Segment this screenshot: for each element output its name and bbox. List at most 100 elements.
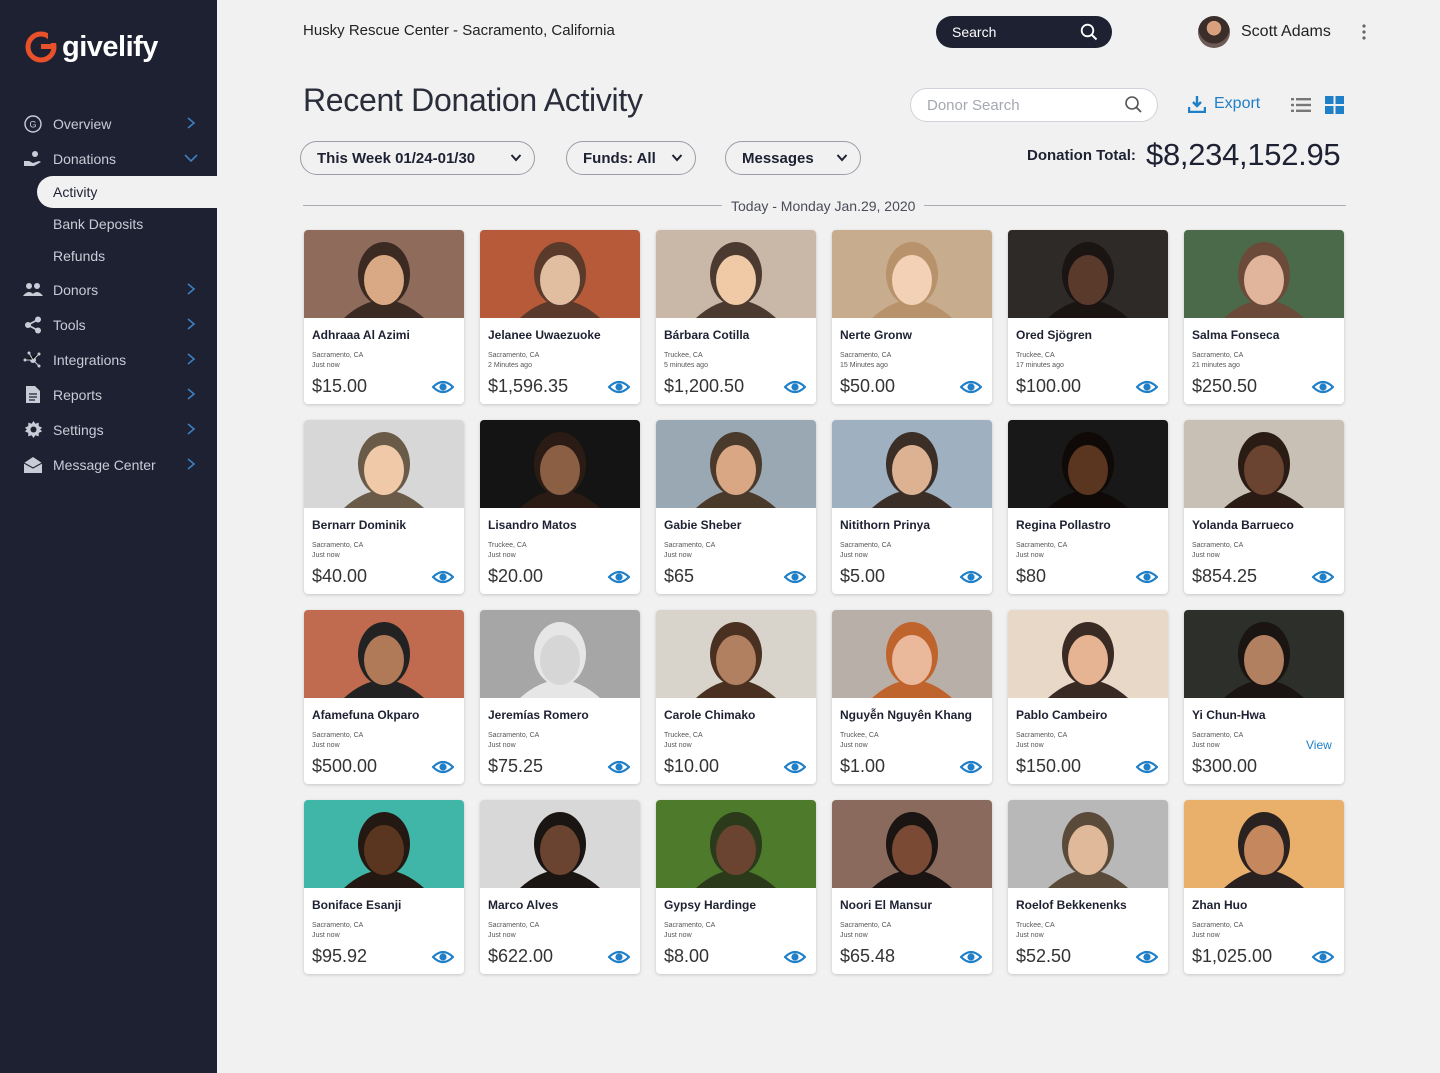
- eye-icon[interactable]: [608, 570, 630, 584]
- donation-card[interactable]: Pablo Cambeiro Sacramento, CA Just now $150…: [1008, 610, 1168, 784]
- chevron-right-icon: [187, 423, 196, 435]
- donation-card[interactable]: Salma Fonseca Sacramento, CA 21 minutes ag…: [1184, 230, 1344, 404]
- eye-icon[interactable]: [1136, 570, 1158, 584]
- donation-card[interactable]: Carole Chimako Truckee, CA Just now $10.00: [656, 610, 816, 784]
- eye-icon[interactable]: [608, 760, 630, 774]
- eye-icon[interactable]: [960, 760, 982, 774]
- donor-photo: [832, 420, 992, 508]
- donation-card[interactable]: Lisandro Matos Truckee, CA Just now $20.00: [480, 420, 640, 594]
- donation-card[interactable]: Nitithorn Prinya Sacramento, CA Just now $5…: [832, 420, 992, 594]
- export-button[interactable]: Export: [1188, 95, 1260, 113]
- view-link[interactable]: View: [1306, 738, 1332, 752]
- donation-amount: $80: [1016, 566, 1047, 586]
- eye-icon[interactable]: [1312, 570, 1334, 584]
- donor-location: Truckee, CA: [488, 542, 527, 549]
- global-search-button[interactable]: Search: [936, 16, 1112, 48]
- donation-card[interactable]: Bárbara Cotilla Truckee, CA 5 minutes ago $…: [656, 230, 816, 404]
- donor-search-input[interactable]: [910, 88, 1158, 122]
- more-options-icon[interactable]: [1356, 22, 1372, 42]
- sidebar-subitem-activity[interactable]: Activity: [37, 176, 217, 208]
- eye-icon[interactable]: [1136, 760, 1158, 774]
- eye-icon[interactable]: [1136, 380, 1158, 394]
- donation-amount: $15.00: [312, 376, 368, 396]
- eye-icon[interactable]: [960, 950, 982, 964]
- eye-icon[interactable]: [784, 570, 806, 584]
- donation-card[interactable]: Zhan Huo Sacramento, CA Just now $1,025.00: [1184, 800, 1344, 974]
- eye-icon[interactable]: [784, 950, 806, 964]
- donation-card[interactable]: Marco Alves Sacramento, CA Just now $622.00: [480, 800, 640, 974]
- donation-card[interactable]: Nguyễn Nguyên Khang Truckee, CA Just now $1…: [832, 610, 992, 784]
- eye-icon[interactable]: [1312, 950, 1334, 964]
- donation-amount: $1,025.00: [1192, 946, 1273, 966]
- donation-card[interactable]: Gabie Sheber Sacramento, CA Just now $65: [656, 420, 816, 594]
- donation-amount: $300.00: [1192, 756, 1258, 776]
- donation-card[interactable]: Yi Chun-Hwa Sacramento, CA Just now $300.00…: [1184, 610, 1344, 784]
- chevron-right-icon: [187, 283, 196, 295]
- sidebar-item-donors[interactable]: Donors: [0, 272, 217, 307]
- list-view-icon[interactable]: [1291, 97, 1311, 113]
- sidebar-subitem-bank-deposits[interactable]: Bank Deposits: [0, 208, 217, 240]
- sidebar-item-overview[interactable]: G Overview: [0, 106, 217, 141]
- eye-icon[interactable]: [960, 380, 982, 394]
- sidebar-item-message-center[interactable]: Message Center: [0, 447, 217, 482]
- eye-icon[interactable]: [608, 950, 630, 964]
- chevron-down-icon: [184, 154, 198, 163]
- donor-photo: [480, 800, 640, 888]
- sidebar-item-reports[interactable]: Reports: [0, 377, 217, 412]
- eye-icon[interactable]: [432, 380, 454, 394]
- donor-photo: [304, 420, 464, 508]
- eye-icon[interactable]: [784, 380, 806, 394]
- sidebar-item-settings[interactable]: Settings: [0, 412, 217, 447]
- user-name[interactable]: Scott Adams: [1241, 23, 1331, 41]
- chevron-down-icon: [671, 154, 683, 162]
- donor-name: Salma Fonseca: [1192, 328, 1280, 342]
- sidebar-item-integrations[interactable]: Integrations: [0, 342, 217, 377]
- donation-card[interactable]: Yolanda Barrueco Sacramento, CA Just now $8…: [1184, 420, 1344, 594]
- donor-photo: [656, 420, 816, 508]
- eye-icon[interactable]: [608, 380, 630, 394]
- givelify-logo[interactable]: givelify: [24, 30, 158, 64]
- chevron-right-icon: [187, 388, 196, 400]
- eye-icon[interactable]: [1312, 380, 1334, 394]
- donation-card[interactable]: Ored Sjögren Truckee, CA 17 minutes ago $10…: [1008, 230, 1168, 404]
- donation-card[interactable]: Gypsy Hardinge Sacramento, CA Just now $8.0…: [656, 800, 816, 974]
- donation-card[interactable]: Jeremías Romero Sacramento, CA Just now $75…: [480, 610, 640, 784]
- eye-icon[interactable]: [432, 950, 454, 964]
- eye-icon[interactable]: [432, 760, 454, 774]
- donor-name: Yi Chun-Hwa: [1192, 708, 1266, 722]
- sidebar-item-donations[interactable]: Donations: [0, 141, 217, 176]
- funds-filter-dropdown[interactable]: Funds: All: [566, 141, 696, 175]
- donor-name: Pablo Cambeiro: [1016, 708, 1108, 722]
- eye-icon[interactable]: [1136, 950, 1158, 964]
- donation-card[interactable]: Jelanee Uwaezuoke Sacramento, CA 2 Minutes…: [480, 230, 640, 404]
- week-filter-dropdown[interactable]: This Week 01/24-01/30: [300, 141, 535, 175]
- donation-card[interactable]: Noori El Mansur Sacramento, CA Just now $65…: [832, 800, 992, 974]
- sidebar-subitem-refunds[interactable]: Refunds: [0, 240, 217, 272]
- donor-photo: [480, 610, 640, 698]
- grid-view-icon[interactable]: [1325, 96, 1344, 114]
- donation-time: Just now: [840, 552, 868, 559]
- donor-photo: [1008, 230, 1168, 318]
- week-filter-value: This Week 01/24-01/30: [317, 149, 476, 167]
- donation-card[interactable]: Nerte Gronw Sacramento, CA 15 Minutes ago $…: [832, 230, 992, 404]
- messages-filter-dropdown[interactable]: Messages: [725, 141, 861, 175]
- donation-card[interactable]: Regina Pollastro Sacramento, CA Just now $8…: [1008, 420, 1168, 594]
- donor-name: Noori El Mansur: [840, 898, 933, 912]
- donation-amount: $854.25: [1192, 566, 1258, 586]
- donation-card[interactable]: Bernarr Dominik Sacramento, CA Just now $40…: [304, 420, 464, 594]
- donor-photo: [304, 230, 464, 318]
- donation-card[interactable]: Adhraaa Al Azimi Sacramento, CA Just now $1…: [304, 230, 464, 404]
- search-icon[interactable]: [1124, 95, 1143, 114]
- donor-photo: [656, 800, 816, 888]
- eye-icon[interactable]: [784, 760, 806, 774]
- donation-card[interactable]: Roelof Bekkenenks Truckee, CA Just now $52.…: [1008, 800, 1168, 974]
- eye-icon[interactable]: [432, 570, 454, 584]
- sidebar-item-tools[interactable]: Tools: [0, 307, 217, 342]
- avatar[interactable]: [1198, 16, 1230, 48]
- donation-card[interactable]: Afamefuna Okparo Sacramento, CA Just now $5…: [304, 610, 464, 784]
- donation-card[interactable]: Boniface Esanji Sacramento, CA Just now $95…: [304, 800, 464, 974]
- donor-name: Afamefuna Okparo: [312, 708, 420, 722]
- chevron-down-icon: [836, 154, 848, 162]
- eye-icon[interactable]: [960, 570, 982, 584]
- share-icon: [23, 315, 43, 335]
